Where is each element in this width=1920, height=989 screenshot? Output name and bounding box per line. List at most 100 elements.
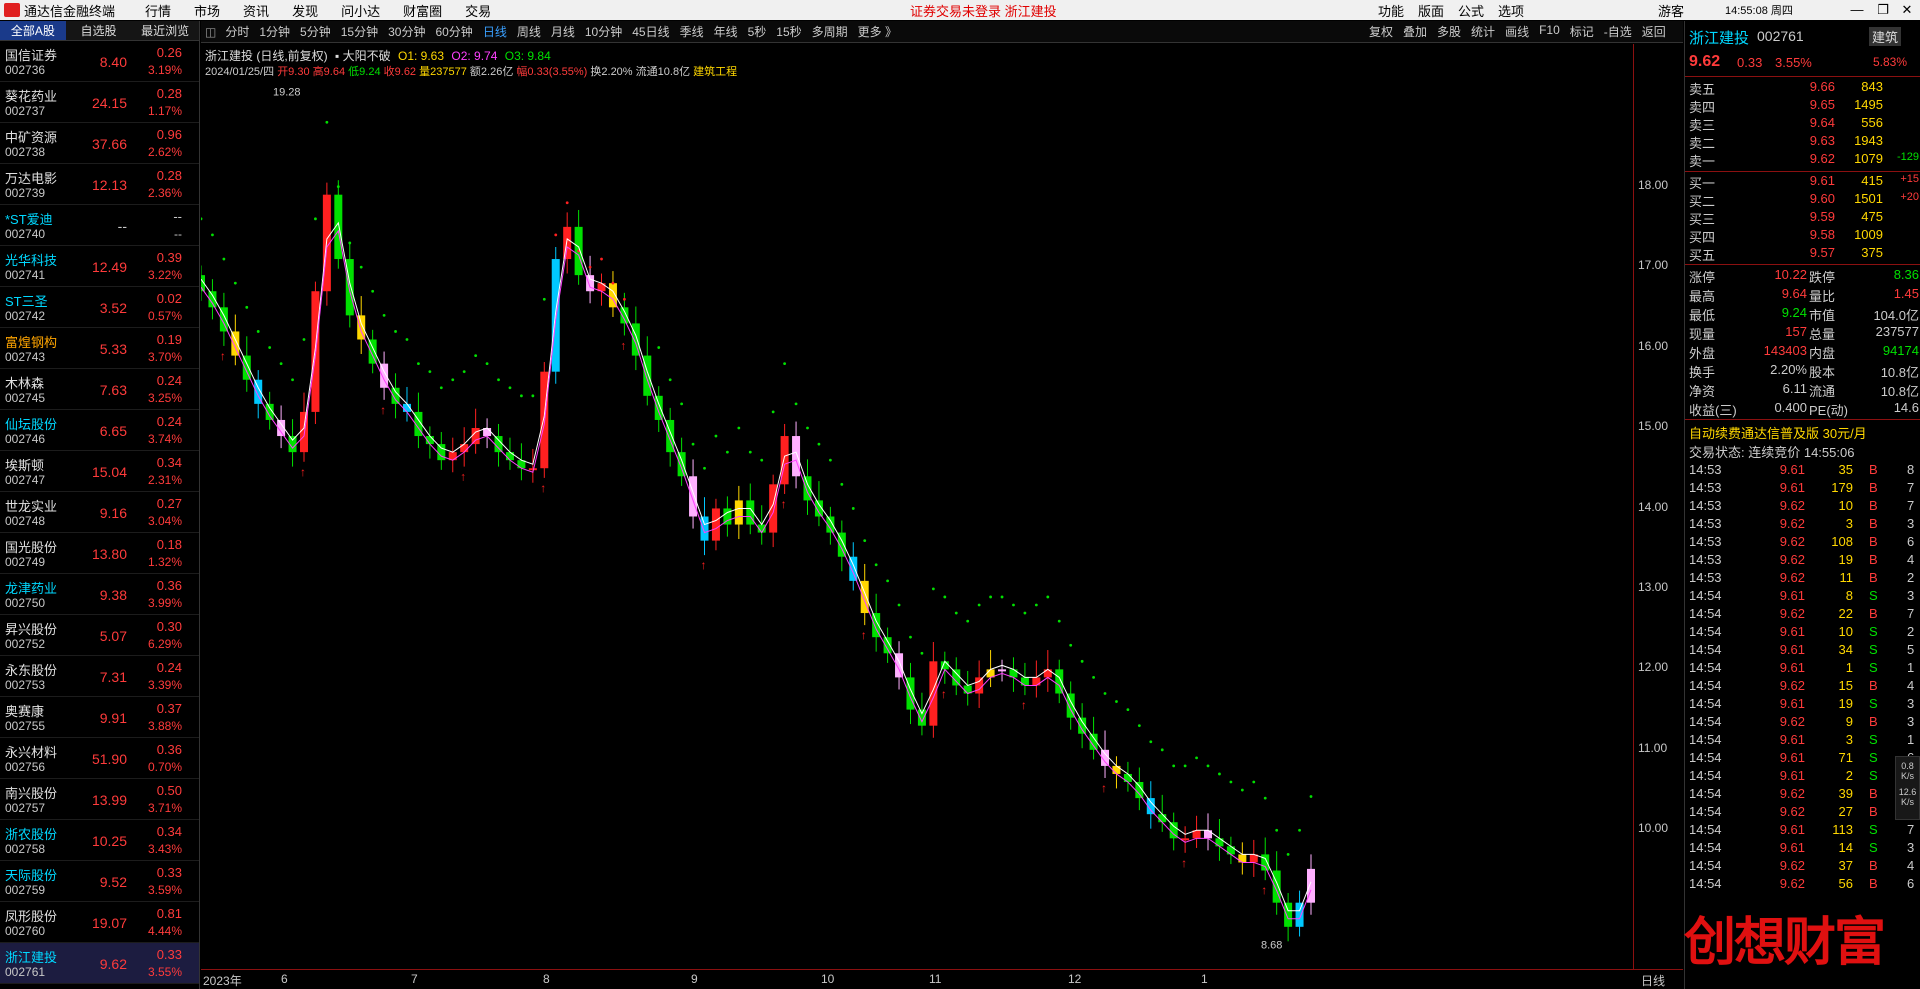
stock-row[interactable]: 光华科技 002741 12.49 0.39 3.22% <box>0 246 199 287</box>
minimize-icon[interactable]: — <box>1844 0 1870 20</box>
period-tab[interactable]: 15分钟 <box>341 25 378 39</box>
tab-watchlist[interactable]: 自选股 <box>66 21 132 40</box>
tool-button[interactable]: 多股 <box>1437 23 1461 40</box>
ask-level[interactable]: 卖三 9.64 556 <box>1685 115 1920 133</box>
stock-row[interactable]: 世龙实业 002748 9.16 0.27 3.04% <box>0 492 199 533</box>
stock-row[interactable]: 葵花药业 002737 24.15 0.28 1.17% <box>0 82 199 123</box>
tool-button[interactable]: 复权 <box>1369 23 1393 40</box>
tool-button[interactable]: 标记 <box>1570 23 1594 40</box>
tool-button[interactable]: -自选 <box>1604 23 1632 40</box>
right-menu-item[interactable]: 功能 <box>1378 1 1404 20</box>
ask-level[interactable]: 卖四 9.65 1495 <box>1685 97 1920 115</box>
period-tab[interactable]: 1分钟 <box>259 25 290 39</box>
stock-row[interactable]: 中矿资源 002738 37.66 0.96 2.62% <box>0 123 199 164</box>
stock-row[interactable]: 昇兴股份 002752 5.07 0.30 6.29% <box>0 615 199 656</box>
tick-price: 9.61 <box>1779 588 1805 603</box>
stock-row[interactable]: 永东股份 002753 7.31 0.24 3.39% <box>0 656 199 697</box>
bid-level[interactable]: 买一 9.61 415 +15 <box>1685 173 1920 191</box>
tick-side: B <box>1869 876 1878 891</box>
stock-row[interactable]: 万达电影 002739 12.13 0.28 2.36% <box>0 164 199 205</box>
stat-row: 外盘 143403 内盘 94174 <box>1685 343 1920 362</box>
stock-row[interactable]: *ST爱迪 002740 -- -- -- <box>0 205 199 246</box>
stock-row[interactable]: ST三圣 002742 3.52 0.02 0.57% <box>0 287 199 328</box>
period-tab[interactable]: 日线 <box>483 25 507 39</box>
stock-row[interactable]: 富煌钢构 002743 5.33 0.19 3.70% <box>0 328 199 369</box>
trend-dot <box>783 362 787 366</box>
tick-row: 14:53 9.62 108 B 6 <box>1685 534 1920 552</box>
period-tab[interactable]: 月线 <box>551 25 575 39</box>
stock-row[interactable]: 仙坛股份 002746 6.65 0.24 3.74% <box>0 410 199 451</box>
tool-button[interactable]: 返回 <box>1642 23 1666 40</box>
tool-button[interactable]: 画线 <box>1505 23 1529 40</box>
trend-dot <box>256 330 260 333</box>
tool-button[interactable]: 叠加 <box>1403 23 1427 40</box>
menu-item[interactable]: 问小达 <box>341 4 380 19</box>
period-tab[interactable]: 60分钟 <box>435 25 472 39</box>
stock-row[interactable]: 埃斯顿 002747 15.04 0.34 2.31% <box>0 451 199 492</box>
period-tab[interactable]: 年线 <box>714 25 738 39</box>
stock-row[interactable]: 奥赛康 002755 9.91 0.37 3.88% <box>0 697 199 738</box>
bid-level[interactable]: 买三 9.59 475 <box>1685 209 1920 227</box>
stock-percent: 3.71% <box>147 801 182 815</box>
menu-item[interactable]: 行情 <box>145 4 171 19</box>
trend-dot <box>1298 828 1301 832</box>
period-tab[interactable]: 10分钟 <box>585 25 622 39</box>
stock-row[interactable]: 永兴材料 002756 51.90 0.36 0.70% <box>0 738 199 779</box>
menu-item[interactable]: 发现 <box>292 4 318 19</box>
ask-level[interactable]: 卖二 9.63 1943 <box>1685 133 1920 151</box>
bid-level[interactable]: 买二 9.60 1501 +20 <box>1685 191 1920 209</box>
period-tab[interactable]: 15秒 <box>776 25 801 39</box>
stock-row[interactable]: 国信证券 002736 8.40 0.26 3.19% <box>0 41 199 82</box>
bid-level[interactable]: 买五 9.57 375 <box>1685 245 1920 263</box>
period-tab[interactable]: 5秒 <box>748 25 767 39</box>
menu-item[interactable]: 交易 <box>465 4 491 19</box>
tick-volume: 22 <box>1838 606 1853 621</box>
tab-recent[interactable]: 最近浏览 <box>131 21 199 40</box>
sector-badge[interactable]: 建筑 <box>1869 27 1902 46</box>
trend-dot <box>680 402 684 406</box>
level-price: 9.64 <box>1809 115 1835 130</box>
period-tab[interactable]: 周线 <box>517 25 541 39</box>
right-menu-item[interactable]: 选项 <box>1498 1 1524 20</box>
close-icon[interactable]: ✕ <box>1894 0 1920 20</box>
stock-row[interactable]: 浙江建投 002761 9.62 0.33 3.55% <box>0 943 199 984</box>
right-menu-item[interactable]: 公式 <box>1458 1 1484 20</box>
promo-banner[interactable]: 自动续费通达信普及版 30元/月 <box>1689 423 1867 442</box>
tab-all-a-shares[interactable]: 全部A股 <box>0 21 66 40</box>
kline-chart[interactable]: ↑ ↑ ↑ ↑ ↑ ↑ ↑ ↑ ↑ ↑ ↑ ↑ ↑ ↑ 19.28 8.68 <box>201 44 1633 989</box>
level-price: 9.65 <box>1809 97 1835 112</box>
period-tab[interactable]: 多周期 <box>812 25 848 39</box>
panel-toggle-icon[interactable]: ◫ <box>205 25 216 39</box>
stock-row[interactable]: 凤形股份 002760 19.07 0.81 4.44% <box>0 902 199 943</box>
bid-level[interactable]: 买四 9.58 1009 <box>1685 227 1920 245</box>
right-menu-item[interactable]: 版面 <box>1418 1 1444 20</box>
tick-side: B <box>1869 714 1878 729</box>
stock-row[interactable]: 南兴股份 002757 13.99 0.50 3.71% <box>0 779 199 820</box>
trend-dot <box>233 281 237 285</box>
ask-level[interactable]: 卖五 9.66 843 <box>1685 79 1920 97</box>
period-tab[interactable]: 5分钟 <box>300 25 331 39</box>
stock-row[interactable]: 天际股份 002759 9.52 0.33 3.59% <box>0 861 199 902</box>
period-tab[interactable]: 更多 》 <box>858 25 897 39</box>
stock-row[interactable]: 龙津药业 002750 9.38 0.36 3.99% <box>0 574 199 615</box>
y-tick-label: 14.00 <box>1638 499 1669 514</box>
stat-label: 换手 <box>1689 365 1716 380</box>
menu-item[interactable]: 财富圈 <box>403 4 442 19</box>
period-tab[interactable]: 45日线 <box>632 25 669 39</box>
tool-button[interactable]: F10 <box>1539 23 1560 40</box>
ask-level[interactable]: 卖一 9.62 1079 -129 <box>1685 151 1920 169</box>
stock-row[interactable]: 木林森 002745 7.63 0.24 3.25% <box>0 369 199 410</box>
stock-row[interactable]: 浙农股份 002758 10.25 0.34 3.43% <box>0 820 199 861</box>
tool-button[interactable]: 统计 <box>1471 23 1495 40</box>
login-warning[interactable]: 证券交易未登录 浙江建投 <box>910 1 1057 20</box>
stock-code: 002746 <box>5 432 46 446</box>
maximize-icon[interactable]: ❐ <box>1870 0 1896 20</box>
period-tab[interactable]: 30分钟 <box>388 25 425 39</box>
stock-row[interactable]: 国光股份 002749 13.80 0.18 1.32% <box>0 533 199 574</box>
guest-label[interactable]: 游客 <box>1658 1 1684 20</box>
period-tab[interactable]: 季线 <box>680 25 704 39</box>
menu-item[interactable]: 市场 <box>194 4 220 19</box>
period-tab[interactable]: 分时 <box>225 25 249 39</box>
menu-item[interactable]: 资讯 <box>243 4 269 19</box>
trend-dot <box>748 450 752 454</box>
